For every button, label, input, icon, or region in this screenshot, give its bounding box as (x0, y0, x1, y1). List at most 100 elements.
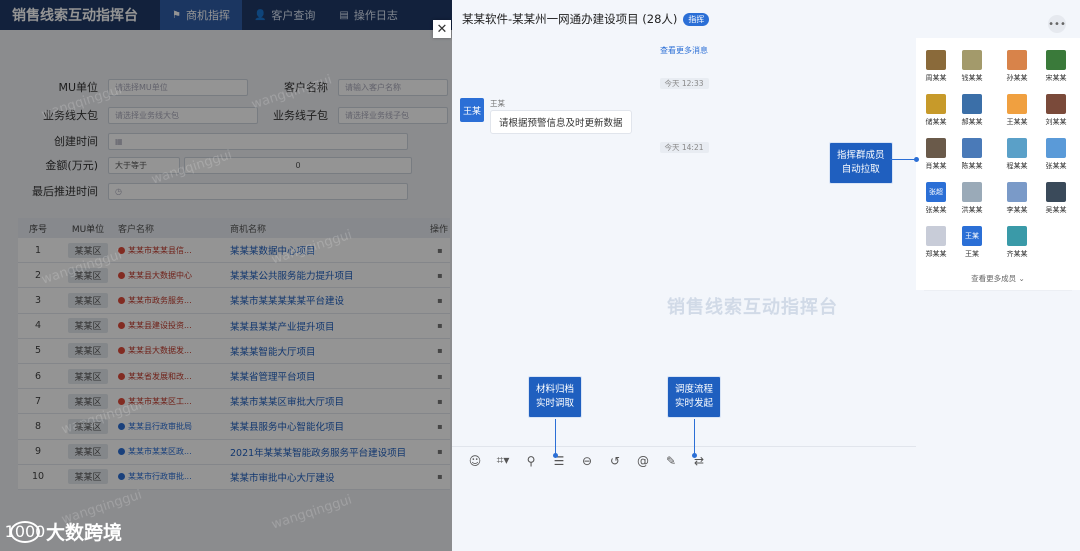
member-name: 张某某 (925, 206, 947, 214)
member-name: 陈某某 (961, 162, 983, 170)
timestamp: 今天 12:33 (452, 78, 916, 89)
member-name: 孙某某 (1006, 74, 1028, 82)
member-item[interactable]: 张某某 (1038, 138, 1074, 171)
member-item[interactable]: 宋某某 (1038, 50, 1074, 83)
callout-line-1: 材料归档 (536, 384, 575, 395)
callout-dot (914, 157, 919, 162)
member-name: 储某某 (925, 118, 947, 126)
member-name: 王某 (965, 250, 979, 258)
avatar (1046, 94, 1066, 114)
member-name: 齐某某 (1006, 250, 1028, 258)
brand-name: 大数跨境 (46, 522, 123, 544)
at-icon[interactable]: @ (636, 454, 650, 468)
avatar (926, 138, 946, 158)
avatar (1007, 138, 1027, 158)
member-item[interactable]: 储某某 (918, 94, 954, 127)
attachment-icon[interactable]: ⚲ (524, 454, 538, 468)
callout-members-auto-pull: 指挥群成员 自动拉取 (829, 142, 893, 184)
member-item[interactable]: 周某某 (918, 50, 954, 83)
avatar (1007, 94, 1027, 114)
avatar (1046, 182, 1066, 202)
message-input-area[interactable] (452, 474, 916, 551)
brand: 1000 大数跨境 (4, 518, 123, 545)
more-options-icon[interactable]: ••• (1048, 15, 1066, 33)
chat-watermark: 销售线索互动指挥台 (667, 297, 838, 318)
member-name: 刘某某 (1045, 118, 1067, 126)
edit-icon[interactable]: ✎ (664, 454, 678, 468)
message-bubble[interactable]: 请根据预警信息及时更新数据 (490, 110, 632, 134)
input-toolbar: ☺ ⌗▾ ⚲ ☰ ⊖ ↺ @ ✎ ⇄ (452, 446, 916, 474)
callout-line-2: 自动拉取 (841, 164, 880, 175)
member-name: 郝某某 (961, 118, 983, 126)
emoji-icon[interactable]: ☺ (468, 454, 482, 468)
avatar (926, 94, 946, 114)
member-name: 吴某某 (1045, 206, 1067, 214)
avatar (1046, 138, 1066, 158)
brand-logo: 1000 (4, 520, 46, 543)
member-item[interactable]: 王某某 (999, 94, 1035, 127)
avatar (962, 182, 982, 202)
avatar (926, 50, 946, 70)
timestamp-text: 今天 14:21 (659, 142, 709, 153)
avatar (962, 138, 982, 158)
background-app: 销售线索互动指挥台 ⚑ 商机指挥 👤 客户查询 ▤ 操作日志 MU单位 请选择M… (0, 0, 452, 551)
avatar (962, 94, 982, 114)
load-more-messages-link[interactable]: 查看更多消息 (452, 45, 916, 56)
sender-name: 王某 (490, 99, 505, 108)
member-name: 王某某 (1006, 118, 1028, 126)
history-icon[interactable]: ↺ (608, 454, 622, 468)
member-item[interactable]: 郝某某 (954, 94, 990, 127)
callout-line-1: 调度流程 (675, 384, 714, 395)
chat-header: 某某软件-某某州一网通办建设项目 (28人) 指挥 ••• (452, 0, 1080, 38)
avatar (962, 50, 982, 70)
member-name: 宋某某 (1045, 74, 1067, 82)
group-tag-badge: 指挥 (683, 12, 710, 26)
avatar[interactable]: 王某 (460, 98, 484, 122)
avatar (926, 226, 946, 246)
member-name: 郑某某 (925, 250, 947, 258)
callout-materials: 材料归档 实时调取 (528, 376, 583, 418)
member-item[interactable]: 齐某某 (999, 226, 1035, 259)
chevron-down-icon: ⌄ (1018, 274, 1025, 283)
member-name: 周某某 (925, 74, 947, 82)
close-button[interactable]: ✕ (433, 20, 451, 38)
member-item[interactable]: 洪某某 (954, 182, 990, 215)
timestamp-text: 今天 12:33 (659, 78, 709, 89)
see-more-members-label: 查看更多成员 (971, 274, 1017, 283)
member-name: 肖某某 (925, 162, 947, 170)
member-item[interactable]: 陈某某 (954, 138, 990, 171)
member-item[interactable]: 肖某某 (918, 138, 954, 171)
member-item[interactable]: 吴某某 (1038, 182, 1074, 215)
avatar: 王某 (962, 226, 982, 246)
member-name: 张某某 (1045, 162, 1067, 170)
callout-dot (692, 453, 697, 458)
member-item[interactable]: 王某 王某 (954, 226, 990, 259)
screenshot-icon[interactable]: ⌗▾ (496, 453, 510, 468)
member-item[interactable]: 程某某 (999, 138, 1035, 171)
divider (924, 290, 1072, 291)
callout-dot (553, 453, 558, 458)
avatar (1007, 226, 1027, 246)
member-item[interactable]: 张超 张某某 (918, 182, 954, 215)
callout-flow: 调度流程 实时发起 (667, 376, 722, 418)
callout-line-2: 实时调取 (536, 398, 575, 409)
avatar (1007, 50, 1027, 70)
see-more-members-link[interactable]: 查看更多成员 ⌄ (916, 273, 1080, 284)
member-name: 钱某某 (961, 74, 983, 82)
avatar (1007, 182, 1027, 202)
minus-circle-icon[interactable]: ⊖ (580, 454, 594, 468)
member-name: 李某某 (1006, 206, 1028, 214)
member-item[interactable]: 刘某某 (1038, 94, 1074, 127)
callout-connector (694, 419, 695, 455)
member-item[interactable]: 郑某某 (918, 226, 954, 259)
member-name: 洪某某 (961, 206, 983, 214)
avatar (1046, 50, 1066, 70)
group-chat-panel: 某某软件-某某州一网通办建设项目 (28人) 指挥 ••• 查看更多消息 今天 … (452, 0, 1080, 551)
callout-connector (890, 159, 916, 160)
member-item[interactable]: 孙某某 (999, 50, 1035, 83)
group-name: 某某软件-某某州一网通办建设项目 (28人) (462, 12, 678, 26)
avatar: 张超 (926, 182, 946, 202)
member-item[interactable]: 钱某某 (954, 50, 990, 83)
callout-connector (555, 419, 556, 455)
member-item[interactable]: 李某某 (999, 182, 1035, 215)
